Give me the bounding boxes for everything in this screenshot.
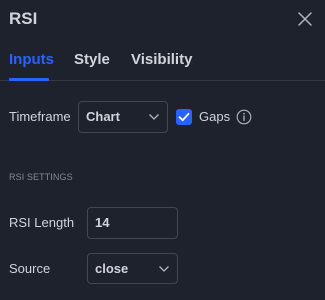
indicator-settings-dialog: RSI Inputs Style Visibility Timeframe Ch…	[0, 0, 325, 300]
section-title-rsi-settings: RSI SETTINGS	[9, 172, 73, 182]
tab-inputs[interactable]: Inputs	[9, 51, 54, 69]
timeframe-select[interactable]: Chart	[78, 101, 168, 133]
close-icon	[294, 8, 316, 30]
gaps-checkbox[interactable]	[176, 109, 192, 125]
source-value: close	[95, 260, 129, 276]
rsi-length-label: RSI Length	[9, 215, 75, 230]
active-tab-indicator	[9, 78, 49, 81]
timeframe-value: Chart	[86, 109, 120, 124]
tab-visibility[interactable]: Visibility	[131, 51, 192, 69]
chevron-down-icon	[158, 265, 170, 273]
rsi-length-input[interactable]: 14	[87, 207, 178, 239]
dialog-title: RSI	[9, 9, 38, 28]
tab-style[interactable]: Style	[74, 51, 110, 69]
tab-bar: Inputs Style Visibility	[0, 42, 325, 81]
source-select[interactable]: close	[87, 253, 178, 284]
checkmark-icon	[176, 109, 192, 125]
source-label: Source	[9, 261, 51, 276]
close-button[interactable]	[294, 8, 316, 30]
chevron-down-icon	[148, 113, 160, 121]
gaps-label: Gaps	[199, 109, 231, 124]
timeframe-label: Timeframe	[9, 109, 71, 124]
info-icon[interactable]	[236, 109, 252, 125]
rsi-length-value: 14	[95, 215, 110, 230]
